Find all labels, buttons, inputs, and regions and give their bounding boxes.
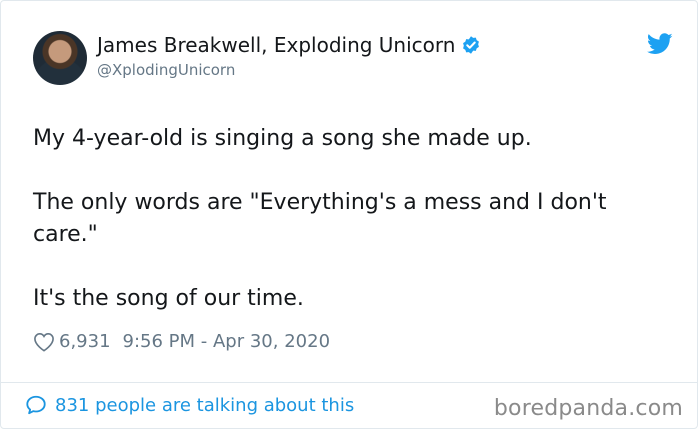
tweet-paragraph: It's the song of our time.	[33, 286, 304, 311]
verified-badge-icon	[463, 36, 480, 54]
handle[interactable]: @XplodingUnicorn	[97, 61, 235, 79]
tweet-paragraph: The only words are "Everything's a mess …	[33, 190, 607, 247]
divider	[1, 382, 697, 383]
timestamp[interactable]: 9:56 PM - Apr 30, 2020	[123, 331, 330, 352]
display-name[interactable]: James Breakwell, Exploding Unicorn	[97, 33, 455, 57]
tweet-header: James Breakwell, Exploding Unicorn @Xplo…	[33, 31, 673, 89]
name-row: James Breakwell, Exploding Unicorn	[97, 33, 481, 57]
heart-icon[interactable]	[33, 332, 55, 352]
like-count[interactable]: 6,931	[59, 331, 111, 352]
tweet-text: My 4-year-old is singing a song she made…	[33, 123, 673, 315]
conversation-link[interactable]: 831 people are talking about this	[25, 394, 354, 416]
tweet-paragraph: My 4-year-old is singing a song she made…	[33, 126, 532, 151]
speech-bubble-icon	[26, 395, 46, 415]
tweet-meta: 6,931 9:56 PM - Apr 30, 2020	[33, 331, 330, 352]
conversation-link-label: 831 people are talking about this	[55, 394, 355, 416]
twitter-bird-icon[interactable]	[647, 33, 673, 55]
watermark: boredpanda.com	[493, 396, 683, 421]
tweet-card: James Breakwell, Exploding Unicorn @Xplo…	[0, 0, 698, 429]
avatar[interactable]	[33, 31, 87, 85]
